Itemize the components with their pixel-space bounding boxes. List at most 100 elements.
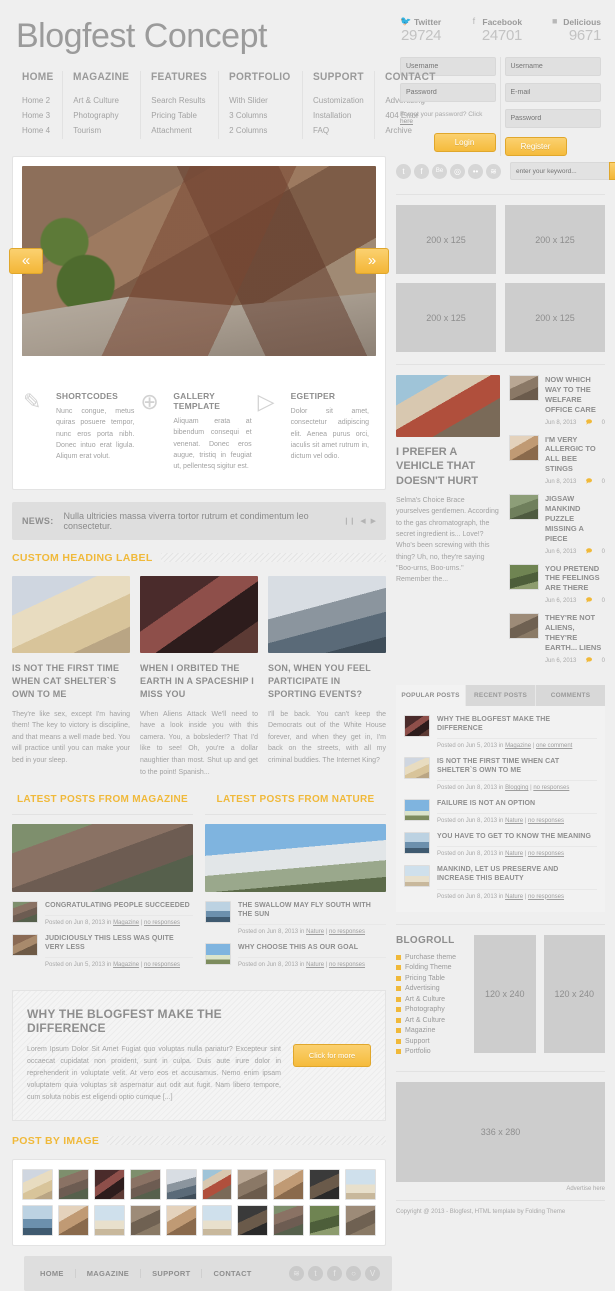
menu-item-features[interactable]: FEATURES bbox=[151, 71, 207, 94]
post-responses-link[interactable]: no responses bbox=[144, 962, 180, 968]
footer-nav-home[interactable]: HOME bbox=[36, 1268, 76, 1278]
menu-subitem[interactable]: Attachment bbox=[151, 124, 212, 139]
news-title[interactable]: I'M VERY ALLERGIC TO ALL BEE STINGS bbox=[545, 435, 605, 475]
latest-hero-image[interactable] bbox=[12, 824, 193, 893]
post-thumbnail[interactable] bbox=[404, 714, 430, 737]
thumbnail-item[interactable] bbox=[22, 1204, 53, 1236]
facebook-icon[interactable]: f bbox=[414, 163, 429, 179]
ad-placeholder[interactable]: 200 x 125 bbox=[396, 205, 496, 274]
vimeo-icon[interactable]: V bbox=[365, 1265, 380, 1281]
blogroll-item[interactable]: Folding Theme bbox=[396, 964, 464, 975]
blogroll-item[interactable]: Pricing Table bbox=[396, 975, 464, 986]
login-button[interactable]: Login bbox=[433, 133, 496, 152]
post-responses-link[interactable]: one comment bbox=[536, 743, 572, 749]
flickr-icon[interactable]: •• bbox=[468, 163, 483, 179]
advertise-here-link[interactable]: Advertise here bbox=[396, 1186, 605, 1200]
thumbnail-item[interactable] bbox=[273, 1168, 305, 1200]
thumbnail-item[interactable] bbox=[345, 1168, 377, 1200]
thumbnail-item[interactable] bbox=[201, 1204, 233, 1236]
thumbnail-item[interactable] bbox=[22, 1168, 53, 1200]
thumbnail-item[interactable] bbox=[237, 1204, 269, 1236]
post-title[interactable]: MANKIND, LET US PRESERVE AND INCREASE TH… bbox=[437, 865, 597, 883]
thumbnail-item[interactable] bbox=[57, 1168, 89, 1200]
post-responses-link[interactable]: no responses bbox=[528, 894, 564, 900]
menu-subitem[interactable]: With Slider bbox=[229, 94, 296, 109]
news-thumbnail[interactable] bbox=[509, 494, 539, 521]
register-password-input[interactable] bbox=[504, 109, 601, 128]
rss-icon[interactable]: ≋ bbox=[486, 163, 501, 179]
thumbnail-item[interactable] bbox=[129, 1204, 161, 1236]
menu-subitem[interactable]: Pricing Table bbox=[151, 109, 212, 124]
blogroll-item[interactable]: Art & Culture bbox=[396, 996, 464, 1007]
post-title[interactable]: CONGRATULATING PEOPLE SUCCEEDED bbox=[45, 901, 193, 910]
news-thumbnail[interactable] bbox=[509, 613, 539, 640]
post-thumbnail[interactable] bbox=[205, 901, 231, 924]
menu-subitem[interactable]: Art & Culture bbox=[73, 94, 134, 109]
menu-subitem[interactable]: 3 Columns bbox=[229, 109, 296, 124]
menu-subitem[interactable]: Customization bbox=[313, 94, 368, 109]
menu-item-magazine[interactable]: MAGAZINE bbox=[73, 71, 129, 94]
post-thumbnail[interactable] bbox=[12, 901, 38, 924]
post-category-link[interactable]: Magazine bbox=[113, 920, 139, 926]
menu-subitem[interactable]: Installation bbox=[313, 109, 368, 124]
post-category-link[interactable]: Nature bbox=[505, 818, 523, 824]
article-image[interactable] bbox=[12, 575, 130, 653]
menu-item-contact[interactable]: CONTACT bbox=[385, 71, 436, 94]
article-title[interactable]: WHEN I ORBITED THE EARTH IN A SPACESHIP … bbox=[140, 653, 258, 709]
news-title[interactable]: NOW WHICH WAY TO THE WELFARE OFFICE CARE bbox=[545, 375, 605, 415]
post-responses-link[interactable]: no responses bbox=[329, 962, 365, 968]
article-title[interactable]: IS NOT THE FIRST TIME WHEN CAT SHELTER`S… bbox=[12, 653, 130, 709]
post-title[interactable]: FAILURE IS NOT AN OPTION bbox=[437, 799, 597, 808]
rss-icon[interactable]: ≋ bbox=[289, 1265, 304, 1281]
blogroll-item[interactable]: Portfolio bbox=[396, 1048, 464, 1059]
thumbnail-item[interactable] bbox=[201, 1168, 233, 1200]
post-responses-link[interactable]: no responses bbox=[528, 851, 564, 857]
post-category-link[interactable]: Magazine bbox=[113, 962, 139, 968]
latest-hero-image[interactable] bbox=[205, 824, 386, 893]
post-thumbnail[interactable] bbox=[404, 832, 430, 855]
tab-recent-posts[interactable]: RECENT POSTS bbox=[466, 684, 536, 706]
thumbnail-item[interactable] bbox=[273, 1204, 305, 1236]
next-icon[interactable]: ▶ bbox=[371, 517, 376, 525]
ad-placeholder[interactable]: 120 x 240 bbox=[474, 934, 536, 1053]
article-image[interactable] bbox=[268, 575, 386, 653]
blogroll-item[interactable]: Purchase theme bbox=[396, 954, 464, 965]
register-button[interactable]: Register bbox=[504, 137, 567, 156]
register-email-input[interactable] bbox=[504, 83, 601, 102]
menu-subitem[interactable]: 2 Columns bbox=[229, 124, 296, 139]
forgot-password-link[interactable]: here bbox=[400, 118, 413, 125]
news-thumbnail[interactable] bbox=[509, 434, 539, 461]
thumbnail-item[interactable] bbox=[93, 1204, 125, 1236]
thumbnail-item[interactable] bbox=[309, 1168, 341, 1200]
post-category-link[interactable]: Nature bbox=[306, 929, 324, 935]
post-thumbnail[interactable] bbox=[12, 934, 38, 957]
news-title[interactable]: THEY'RE NOT ALIENS, THEY'RE EARTH... LIE… bbox=[545, 613, 605, 653]
dribbble-icon[interactable]: ○ bbox=[346, 1265, 361, 1281]
news-thumbnail[interactable] bbox=[509, 375, 539, 401]
post-responses-link[interactable]: no responses bbox=[528, 818, 564, 824]
slider-prev-arrow[interactable]: « bbox=[9, 248, 43, 274]
thumbnail-item[interactable] bbox=[309, 1204, 341, 1236]
post-category-link[interactable]: Nature bbox=[306, 962, 324, 968]
blogroll-item[interactable]: Photography bbox=[396, 1006, 464, 1017]
post-thumbnail[interactable] bbox=[205, 943, 231, 966]
thumbnail-item[interactable] bbox=[165, 1204, 197, 1236]
twitter-icon[interactable]: t bbox=[396, 163, 411, 179]
post-thumbnail[interactable] bbox=[404, 757, 430, 779]
menu-item-support[interactable]: SUPPORT bbox=[313, 71, 364, 94]
post-title[interactable]: THE SWALLOW MAY FLY SOUTH WITH THE SUN bbox=[238, 901, 386, 919]
menu-item-portfolio[interactable]: PORTFOLIO bbox=[229, 71, 291, 94]
register-username-input[interactable] bbox=[504, 57, 601, 76]
cta-button[interactable]: Click for more bbox=[293, 1044, 371, 1068]
ad-placeholder[interactable]: 120 x 240 bbox=[543, 934, 605, 1053]
slider-next-arrow[interactable]: » bbox=[355, 248, 389, 274]
menu-subitem[interactable]: Search Results bbox=[151, 94, 212, 109]
thumbnail-item[interactable] bbox=[93, 1168, 125, 1200]
prev-icon[interactable]: ◀ bbox=[360, 517, 365, 525]
post-thumbnail[interactable] bbox=[404, 799, 430, 822]
ad-placeholder[interactable]: 200 x 125 bbox=[505, 205, 605, 274]
ad-placeholder[interactable]: 200 x 125 bbox=[396, 283, 496, 352]
blogroll-item[interactable]: Advertising bbox=[396, 985, 464, 996]
menu-subitem[interactable]: FAQ bbox=[313, 124, 368, 139]
post-title[interactable]: JUDICIOUSLY THIS LESS WAS QUITE VERY LES… bbox=[45, 934, 193, 952]
